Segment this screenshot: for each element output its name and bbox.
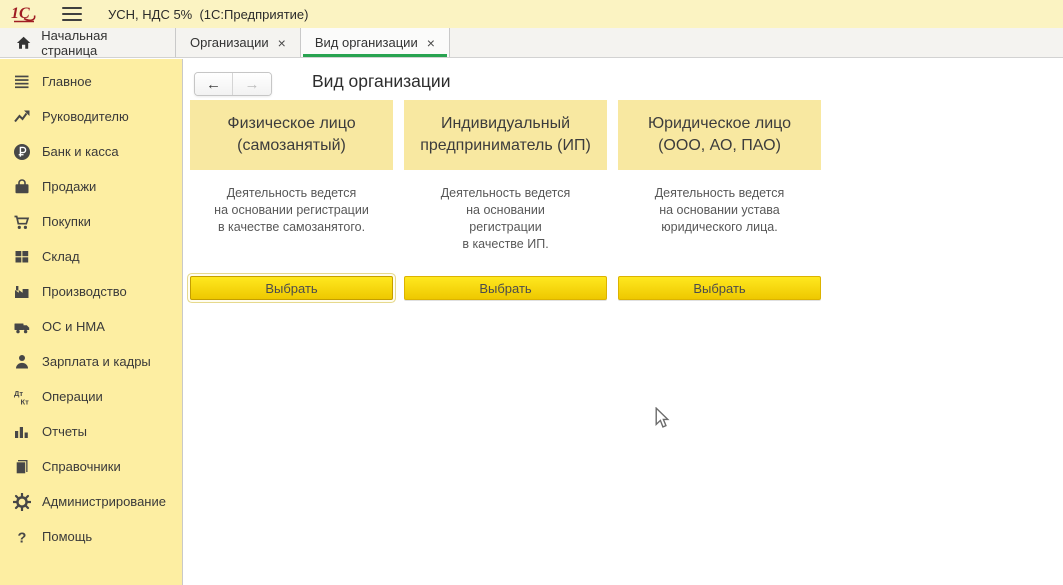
tab-organizations[interactable]: Организации × [176, 28, 301, 57]
sidebar-item-label: Покупки [42, 214, 91, 229]
sidebar-item-label: Склад [42, 249, 80, 264]
sidebar-item-label: Руководителю [42, 109, 129, 124]
sidebar-item-label: Производство [42, 284, 127, 299]
card-individual-entrepreneur: Индивидуальный предприниматель (ИП) Деят… [404, 100, 607, 300]
sidebar-item-operacii[interactable]: Дт Кт Операции [0, 379, 182, 414]
title-bar: 1С УСН, НДС 5% (1С:Предприятие) [0, 0, 1063, 28]
truck-icon [13, 318, 31, 336]
card-description: Деятельность ведется на основании устава… [618, 170, 821, 276]
card-title-line: Индивидуальный [441, 113, 570, 135]
card-title-line: (ООО, АО, ПАО) [658, 135, 781, 157]
card-description-line: регистрации [404, 219, 607, 236]
card-description: Деятельность ведется на основании регист… [190, 170, 393, 276]
tab-home-page[interactable]: Начальная страница [0, 28, 176, 57]
factory-icon [13, 283, 31, 301]
tab-label: Начальная страница [41, 28, 161, 58]
menu-lines-icon [13, 73, 31, 91]
card-description-line: в качестве самозанятого. [190, 219, 393, 236]
card-description-line: юридического лица. [618, 219, 821, 236]
cart-icon [13, 213, 31, 231]
card-title-line: Физическое лицо [227, 113, 355, 135]
main-content: ← → Вид организации Физическое лицо (сам… [184, 59, 1063, 585]
tab-label: Вид организации [315, 35, 418, 50]
tab-label: Организации [190, 35, 269, 50]
card-description: Деятельность ведется на основании регист… [404, 170, 607, 276]
card-legal-entity: Юридическое лицо (ООО, АО, ПАО) Деятельн… [618, 100, 821, 300]
book-icon [13, 458, 31, 476]
card-description-line: на основании [404, 202, 607, 219]
card-description-line: на основании регистрации [190, 202, 393, 219]
tab-organization-type[interactable]: Вид организации × [301, 28, 450, 57]
1c-logo: 1С [10, 3, 46, 25]
section-sidebar: Главное Руководителю Банк и касса Продаж… [0, 59, 183, 585]
close-icon[interactable]: × [278, 36, 286, 50]
sidebar-item-label: Продажи [42, 179, 96, 194]
svg-text:Кт: Кт [21, 397, 30, 406]
sidebar-item-otchety[interactable]: Отчеты [0, 414, 182, 449]
bar-chart-icon [13, 423, 31, 441]
sidebar-item-bank-i-kassa[interactable]: Банк и касса [0, 134, 182, 169]
forward-button-disabled: → [233, 73, 271, 95]
sidebar-item-label: Отчеты [42, 424, 87, 439]
history-nav: ← → [194, 72, 272, 96]
sidebar-item-label: Главное [42, 74, 92, 89]
window-title: УСН, НДС 5% (1С:Предприятие) [108, 7, 308, 22]
sidebar-item-label: Администрирование [42, 494, 166, 509]
sidebar-item-label: Помощь [42, 529, 92, 544]
card-title: Физическое лицо (самозанятый) [190, 100, 393, 170]
card-description-line: Деятельность ведется [618, 185, 821, 202]
card-description-line: Деятельность ведется [190, 185, 393, 202]
ruble-circle-icon [13, 143, 31, 161]
select-entrepreneur-button[interactable]: Выбрать [404, 276, 607, 300]
bag-icon [13, 178, 31, 196]
sidebar-item-label: Зарплата и кадры [42, 354, 151, 369]
card-title-line: предприниматель (ИП) [420, 135, 591, 157]
card-title: Юридическое лицо (ООО, АО, ПАО) [618, 100, 821, 170]
sidebar-item-prodazhi[interactable]: Продажи [0, 169, 182, 204]
close-icon[interactable]: × [427, 36, 435, 50]
page-title: Вид организации [312, 71, 451, 92]
sidebar-item-administrirovanie[interactable]: Администрирование [0, 484, 182, 519]
sidebar-item-label: ОС и НМА [42, 319, 105, 334]
card-title-line: Юридическое лицо [648, 113, 791, 135]
sidebar-item-proizvodstvo[interactable]: Производство [0, 274, 182, 309]
card-description-line: Деятельность ведется [404, 185, 607, 202]
card-title-line: (самозанятый) [237, 135, 346, 157]
main-menu-icon[interactable] [62, 7, 82, 21]
person-icon [13, 353, 31, 371]
card-description-line: в качестве ИП. [404, 236, 607, 253]
sidebar-item-glavnoe[interactable]: Главное [0, 64, 182, 99]
select-legal-entity-button[interactable]: Выбрать [618, 276, 821, 300]
card-description-line: на основании устава [618, 202, 821, 219]
gear-icon [13, 493, 31, 511]
select-self-employed-button[interactable]: Выбрать [190, 276, 393, 300]
sidebar-item-zarplata-i-kadry[interactable]: Зарплата и кадры [0, 344, 182, 379]
card-individual-self-employed: Физическое лицо (самозанятый) Деятельнос… [190, 100, 393, 300]
sidebar-item-os-i-nma[interactable]: ОС и НМА [0, 309, 182, 344]
sidebar-item-label: Банк и касса [42, 144, 119, 159]
boxes-icon [13, 248, 31, 266]
trend-up-icon [13, 108, 31, 126]
debit-credit-icon: Дт Кт [13, 388, 31, 406]
sidebar-item-spravochniki[interactable]: Справочники [0, 449, 182, 484]
card-title: Индивидуальный предприниматель (ИП) [404, 100, 607, 170]
sidebar-item-rukovoditelyu[interactable]: Руководителю [0, 99, 182, 134]
app-window: 1С УСН, НДС 5% (1С:Предприятие) Начальна… [0, 0, 1063, 585]
home-icon [16, 35, 31, 51]
sidebar-item-pomosch[interactable]: ? Помощь [0, 519, 182, 554]
tab-bar: Начальная страница Организации × Вид орг… [0, 28, 1063, 58]
sidebar-item-label: Справочники [42, 459, 121, 474]
question-icon: ? [13, 528, 31, 546]
svg-text:?: ? [18, 530, 27, 546]
sidebar-item-label: Операции [42, 389, 103, 404]
organization-type-cards: Физическое лицо (самозанятый) Деятельнос… [190, 100, 821, 300]
back-button[interactable]: ← [195, 73, 233, 95]
sidebar-item-pokupki[interactable]: Покупки [0, 204, 182, 239]
sidebar-item-sklad[interactable]: Склад [0, 239, 182, 274]
